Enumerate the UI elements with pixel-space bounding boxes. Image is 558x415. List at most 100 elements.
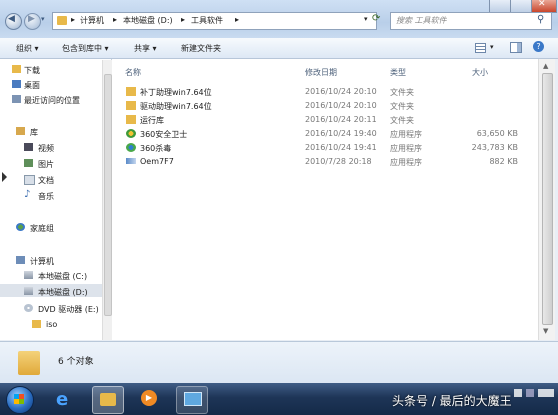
- file-type: 文件夹: [390, 102, 414, 111]
- column-header-type[interactable]: 类型: [390, 67, 406, 78]
- nav-computer-header[interactable]: 计算机: [30, 256, 54, 267]
- scroll-thumb[interactable]: [542, 73, 553, 325]
- nav-item-recent[interactable]: 最近访问的位置: [24, 95, 80, 106]
- taskbar-explorer[interactable]: [92, 386, 124, 414]
- taskbar-app[interactable]: [176, 386, 208, 414]
- folder-icon: [126, 101, 136, 110]
- close-icon: ✕: [538, 0, 546, 9]
- breadcrumb-computer[interactable]: 计算机: [80, 15, 104, 26]
- help-icon[interactable]: ?: [533, 41, 544, 52]
- folder-icon: [126, 87, 136, 96]
- scroll-up-icon[interactable]: ▲: [543, 62, 548, 70]
- tray-icons[interactable]: [514, 389, 554, 397]
- file-size: 243,783 KB: [471, 143, 518, 152]
- table-row[interactable]: 补丁助理win7.64位 2016/10/24 20:10 文件夹: [112, 85, 538, 99]
- breadcrumb-sep: ▸: [181, 15, 186, 24]
- file-name: 补丁助理win7.64位: [140, 88, 212, 97]
- file-name: 360安全卫士: [140, 130, 188, 139]
- column-header-size[interactable]: 大小: [472, 67, 488, 78]
- desktop-icon: [12, 80, 21, 88]
- media-player-icon: ▶: [141, 390, 157, 406]
- file-type: 应用程序: [390, 144, 422, 153]
- include-in-library-button[interactable]: 包含到库中 ▾: [62, 43, 109, 54]
- navigation-scrollbar[interactable]: [102, 60, 112, 340]
- file-name: 360杀毒: [140, 144, 172, 153]
- taskbar-media-player[interactable]: ▶: [134, 386, 164, 412]
- table-row[interactable]: 360杀毒 2016/10/24 19:41 应用程序 243,783 KB: [112, 141, 538, 155]
- nav-library-header[interactable]: 库: [30, 127, 38, 138]
- folder-icon: [57, 16, 67, 25]
- search-icon: ⚲: [537, 14, 545, 25]
- new-folder-button[interactable]: 新建文件夹: [181, 43, 221, 54]
- breadcrumb-drive-d[interactable]: 本地磁盘 (D:): [123, 15, 173, 26]
- application-icon: [126, 158, 136, 164]
- nav-dvd-drive[interactable]: DVD 驱动器 (E:): [38, 304, 99, 315]
- folder-large-icon: [18, 351, 40, 375]
- taskbar-ie[interactable]: e: [50, 386, 80, 412]
- nav-item-documents[interactable]: 文档: [38, 175, 54, 186]
- table-row[interactable]: 运行库 2016/10/24 20:11 文件夹: [112, 113, 538, 127]
- title-bar: ✕ ◀ ▶ ▾ ▸ 计算机 ▸ 本地磁盘 (D:) ▸ 工具软件 ▸ ▾ ⟳ 搜…: [0, 0, 558, 39]
- watermark-text: 头条号 / 最后的大魔王: [392, 394, 512, 408]
- file-list-scrollbar[interactable]: ▲ ▼: [538, 59, 555, 340]
- drive-icon: [24, 287, 33, 295]
- nav-drive-d[interactable]: 本地磁盘 (D:): [38, 287, 88, 298]
- forward-arrow-icon: ▶: [28, 14, 35, 24]
- file-name: 运行库: [140, 116, 164, 125]
- column-header-date[interactable]: 修改日期: [305, 67, 337, 78]
- table-row[interactable]: Oem7F7 2010/7/28 20:18 应用程序 882 KB: [112, 155, 538, 169]
- file-date: 2016/10/24 20:10: [305, 101, 377, 110]
- file-type: 应用程序: [390, 158, 422, 167]
- scroll-down-icon[interactable]: ▼: [543, 327, 548, 335]
- computer-icon: [16, 256, 25, 264]
- organize-button[interactable]: 组织 ▾: [16, 43, 39, 54]
- nav-item-music[interactable]: 音乐: [38, 191, 54, 202]
- nav-item-downloads[interactable]: 下载: [24, 65, 40, 76]
- taskbar: e ▶ 头条号 / 最后的大魔王: [0, 383, 558, 415]
- homegroup-icon: [16, 223, 25, 231]
- videos-icon: [24, 143, 33, 151]
- breadcrumb-sep: ▸: [235, 15, 240, 24]
- internet-explorer-icon: e: [56, 389, 69, 410]
- nav-drive-c[interactable]: 本地磁盘 (C:): [38, 271, 87, 282]
- documents-icon: [24, 175, 35, 185]
- breadcrumb-sep: ▸: [71, 15, 76, 24]
- file-size: 882 KB: [489, 157, 518, 166]
- address-dropdown[interactable]: ▾: [364, 15, 368, 23]
- folder-icon: [32, 320, 41, 328]
- nav-item-pictures[interactable]: 图片: [38, 159, 54, 170]
- nav-homegroup[interactable]: 家庭组: [30, 223, 54, 234]
- refresh-icon[interactable]: ⟳: [372, 13, 380, 24]
- downloads-icon: [12, 65, 21, 73]
- item-count: 6 个对象: [58, 357, 94, 367]
- table-row[interactable]: 360安全卫士 2016/10/24 19:40 应用程序 63,650 KB: [112, 127, 538, 141]
- view-options-icon[interactable]: [475, 43, 486, 53]
- share-button[interactable]: 共享 ▾: [134, 43, 157, 54]
- file-type: 文件夹: [390, 88, 414, 97]
- history-dropdown[interactable]: ▾: [41, 15, 45, 23]
- column-header-name[interactable]: 名称: [125, 67, 141, 78]
- 360-safe-icon: [126, 129, 136, 138]
- file-date: 2016/10/24 20:10: [305, 87, 377, 96]
- navigation-pane: 下载 桌面 最近访问的位置 库 视频 图片 文档 ♪ 音乐 家庭组 计算机 本地…: [0, 59, 112, 340]
- table-row[interactable]: 驱动助理win7.64位 2016/10/24 20:10 文件夹: [112, 99, 538, 113]
- details-pane: 6 个对象: [0, 341, 558, 384]
- file-size: 63,650 KB: [476, 129, 518, 138]
- nav-item-desktop[interactable]: 桌面: [24, 80, 40, 91]
- dvd-drive-icon: [24, 304, 33, 312]
- search-input[interactable]: 搜索 工具软件 ⚲: [390, 12, 552, 30]
- nav-item-videos[interactable]: 视频: [38, 143, 54, 154]
- file-date: 2016/10/24 19:41: [305, 143, 377, 152]
- mouse-cursor-icon: [2, 172, 7, 182]
- view-dropdown[interactable]: ▾: [490, 43, 494, 51]
- breadcrumb-sep: ▸: [113, 15, 118, 24]
- nav-item-iso[interactable]: iso: [46, 320, 57, 329]
- music-icon: ♪: [24, 189, 31, 200]
- preview-pane-icon[interactable]: [510, 42, 522, 53]
- address-bar[interactable]: ▸ 计算机 ▸ 本地磁盘 (D:) ▸ 工具软件 ▸ ▾: [52, 12, 377, 30]
- scroll-thumb[interactable]: [104, 74, 112, 316]
- file-type: 应用程序: [390, 130, 422, 139]
- file-date: 2016/10/24 20:11: [305, 115, 377, 124]
- breadcrumb-tools[interactable]: 工具软件: [191, 15, 223, 26]
- folder-icon: [126, 115, 136, 124]
